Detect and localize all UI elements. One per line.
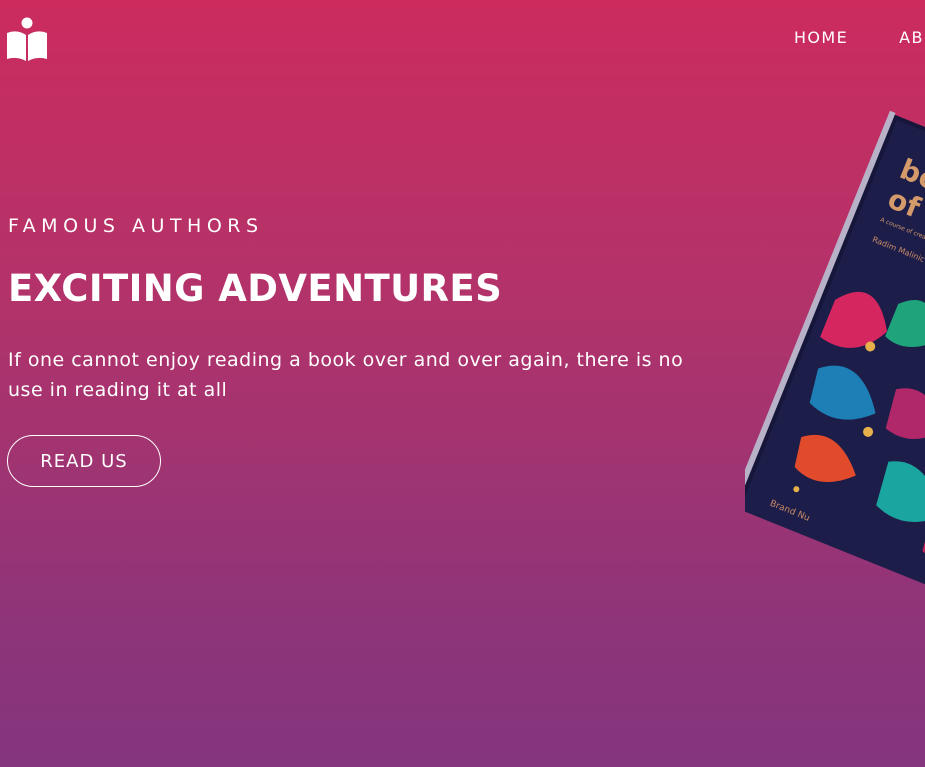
logo[interactable] <box>6 14 48 62</box>
main-nav: HOME AB <box>794 28 924 47</box>
nav-home[interactable]: HOME <box>794 28 848 47</box>
book-cover-image: book of ide A course of creative directi… <box>745 100 925 640</box>
hero-kicker: FAMOUS AUTHORS <box>8 215 264 237</box>
hero-lead: If one cannot enjoy reading a book over … <box>8 349 684 401</box>
hero-headline: EXCITING ADVENTURES <box>8 267 503 310</box>
read-us-button[interactable]: READ US <box>7 435 161 487</box>
open-book-reader-icon <box>7 17 47 61</box>
nav-about[interactable]: AB <box>899 28 924 47</box>
